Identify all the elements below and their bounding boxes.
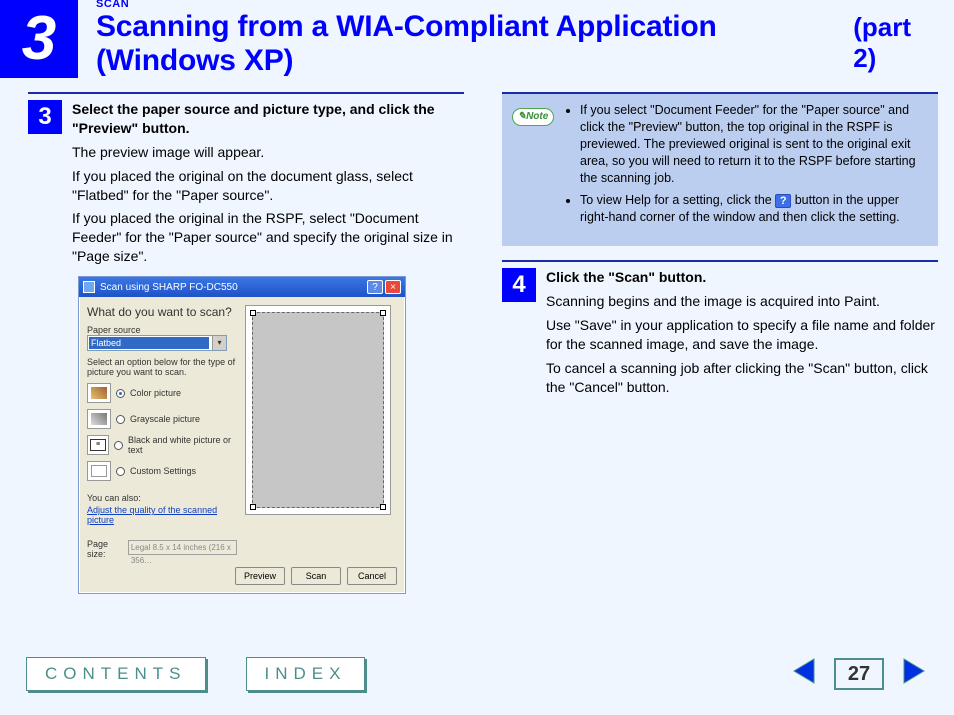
option-prompt: Select an option below for the type of p… [87,357,237,377]
page-header: 3 SCAN Scanning from a WIA-Compliant App… [0,0,954,78]
bottom-nav: CONTENTS INDEX 27 [0,646,954,715]
option-bw[interactable]: ≡ Black and white picture or text [87,435,237,455]
next-page-button[interactable] [898,656,928,691]
help-titlebar-button[interactable]: ? [367,280,383,294]
step-number: 4 [502,268,536,302]
color-picture-icon [87,383,111,403]
rule [28,92,464,94]
resize-handle[interactable] [250,504,256,510]
page-size-dropdown[interactable]: Legal 8.5 x 14 inches (216 x 356… [128,540,237,555]
part-label: (part 2) [853,12,940,74]
opt-gray-label: Grayscale picture [130,414,200,424]
help-icon: ? [775,194,791,208]
preview-pane[interactable] [245,305,391,515]
preview-button[interactable]: Preview [235,567,285,585]
right-column: ✎Note If you select "Document Feeder" fo… [502,92,940,594]
grayscale-picture-icon [87,409,111,429]
dialog-titlebar: Scan using SHARP FO-DC550 ? × [79,277,405,297]
scan-dialog: Scan using SHARP FO-DC550 ? × What do yo… [78,276,406,594]
step-3: 3 Select the paper source and picture ty… [28,100,466,266]
radio-bw[interactable] [114,441,123,450]
section-label: SCAN [96,0,940,10]
chapter-number-box: 3 [0,0,78,78]
note-item-1: If you select "Document Feeder" for the … [580,102,928,186]
step-3-p2: If you placed the original on the docume… [72,167,466,205]
resize-handle[interactable] [250,310,256,316]
opt-custom-label: Custom Settings [130,466,196,476]
paper-source-value: Flatbed [89,337,209,349]
step-4-p1: Scanning begins and the image is acquire… [546,292,940,311]
dialog-title: Scan using SHARP FO-DC550 [100,282,365,293]
preview-selection[interactable] [252,312,384,508]
radio-gray[interactable] [116,415,125,424]
also-label: You can also: [87,493,237,503]
paper-source-dropdown[interactable]: Flatbed ▾ [87,335,227,351]
chevron-down-icon: ▾ [212,336,226,350]
step-3-p1: The preview image will appear. [72,143,466,162]
option-color[interactable]: Color picture [87,383,237,403]
option-grayscale[interactable]: Grayscale picture [87,409,237,429]
scanner-icon [83,281,95,293]
contents-button[interactable]: CONTENTS [26,657,206,691]
step-3-lead: Select the paper source and picture type… [72,101,435,136]
note-item-2: To view Help for a setting, click the ? … [580,192,928,226]
step-4-p3: To cancel a scanning job after clicking … [546,359,940,397]
dialog-heading: What do you want to scan? [87,305,237,319]
step-4: 4 Click the "Scan" button. Scanning begi… [502,268,940,396]
close-button[interactable]: × [385,280,401,294]
index-button[interactable]: INDEX [246,657,366,691]
bw-text-icon: ≡ [87,435,109,455]
custom-settings-icon [87,461,111,481]
opt-bw-label: Black and white picture or text [128,435,237,455]
resize-handle[interactable] [380,310,386,316]
page-number: 27 [834,658,884,690]
resize-handle[interactable] [380,504,386,510]
adjust-quality-link[interactable]: Adjust the quality of the scanned pictur… [87,505,237,525]
left-column: 3 Select the paper source and picture ty… [28,92,466,594]
step-number: 3 [28,100,62,134]
radio-custom[interactable] [116,467,125,476]
step-4-p2: Use "Save" in your application to specif… [546,316,940,354]
option-custom[interactable]: Custom Settings [87,461,237,481]
radio-color[interactable] [116,389,125,398]
page-title: Scanning from a WIA-Compliant Applicatio… [96,10,853,78]
opt-color-label: Color picture [130,388,181,398]
step-4-lead: Click the "Scan" button. [546,269,706,285]
cancel-button[interactable]: Cancel [347,567,397,585]
prev-page-button[interactable] [790,656,820,691]
note-box: ✎Note If you select "Document Feeder" fo… [502,92,938,246]
note-badge: ✎Note [512,108,554,126]
step-3-p3: If you placed the original in the RSPF, … [72,209,466,266]
paper-source-label: Paper source [87,325,237,335]
scan-button[interactable]: Scan [291,567,341,585]
title-block: SCAN Scanning from a WIA-Compliant Appli… [78,0,954,78]
rule [502,260,938,262]
page-size-label: Page size: [87,539,124,559]
